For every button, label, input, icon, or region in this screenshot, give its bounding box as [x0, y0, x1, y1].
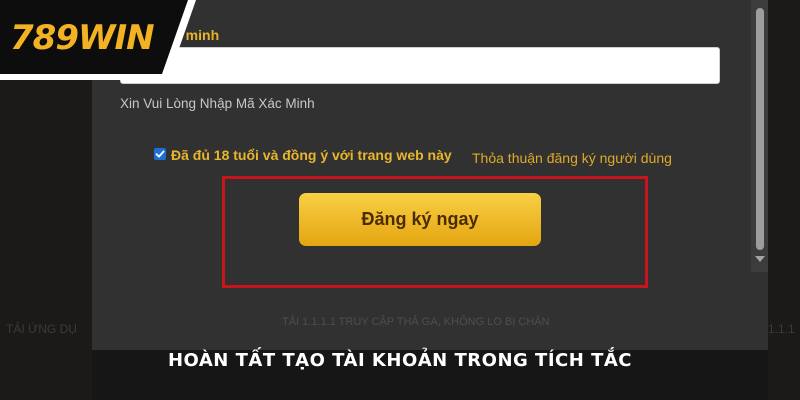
side-banner-text-right: 1.1.1 [768, 322, 795, 336]
age-agreement-label: Đã đủ 18 tuổi và đồng ý với trang web nà… [171, 147, 452, 163]
user-agreement-link[interactable]: Thỏa thuận đăng ký người dùng [472, 150, 672, 166]
right-background [768, 0, 800, 400]
logo: 789WIN [0, 0, 196, 80]
verification-code-input[interactable] [120, 47, 720, 84]
age-agreement-checkbox[interactable] [154, 148, 166, 160]
scroll-down-arrow-icon[interactable] [755, 256, 765, 262]
register-now-button[interactable]: Đăng ký ngay [299, 193, 541, 246]
logo-text: 789WIN [10, 18, 155, 58]
checkmark-icon [155, 150, 165, 158]
promo-text: TẢI 1.1.1.1 TRUY CẬP THẢ GA, KHÔNG LO BỊ… [282, 316, 550, 328]
scrollbar[interactable] [751, 0, 768, 272]
scrollbar-thumb[interactable] [756, 8, 764, 250]
verification-code-hint: Xin Vui Lòng Nhập Mã Xác Minh [120, 96, 315, 111]
image-caption: HOÀN TẤT TẠO TÀI KHOẢN TRONG TÍCH TẮC [167, 350, 632, 371]
side-banner-text-left: TẢI ỨNG DỤ [6, 322, 77, 336]
